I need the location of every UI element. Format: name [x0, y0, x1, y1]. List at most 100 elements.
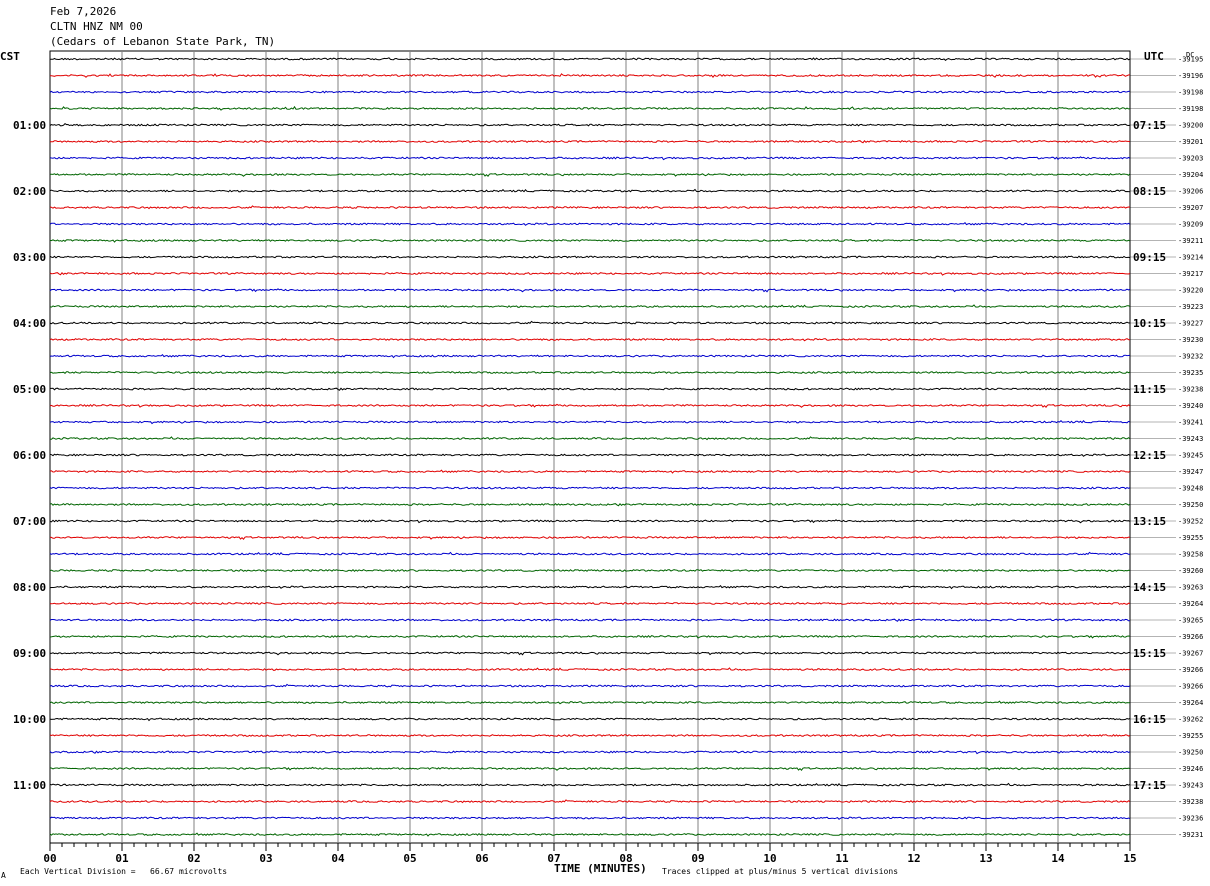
trace-offset-label: -39217 [1178, 270, 1203, 278]
trace-offset-label: -39260 [1178, 567, 1203, 575]
trace-offset-label: -39201 [1178, 138, 1203, 146]
trace-offset-label: -39255 [1178, 732, 1203, 740]
trace-offset-label: -39252 [1178, 518, 1203, 526]
trace-offset-label: -39235 [1178, 369, 1203, 377]
trace-offset-label: -39206 [1178, 188, 1203, 196]
corner-mark: A [1, 871, 6, 880]
trace-offset-label: -39258 [1178, 551, 1203, 559]
trace-line [49, 651, 1130, 656]
trace-line [49, 700, 1131, 705]
trace-line [50, 139, 1131, 144]
clip-note: Traces clipped at plus/minus 5 vertical … [662, 867, 899, 876]
trace-line [49, 750, 1131, 755]
x-tick-label: 06 [475, 852, 489, 865]
trace-line [50, 387, 1131, 391]
trace-line [49, 799, 1131, 804]
right-hour-label: 12:15 [1133, 449, 1166, 462]
x-tick-label: 04 [331, 852, 345, 865]
trace-offset-label: -39207 [1178, 204, 1203, 212]
left-hour-label: 03:00 [13, 251, 46, 264]
right-hour-label: 09:15 [1133, 251, 1166, 264]
trace-offset-label: -39227 [1178, 320, 1203, 328]
trace-offset-label: -39232 [1178, 353, 1203, 361]
trace-offset-label: -39236 [1178, 815, 1203, 823]
trace-offset-label: -39262 [1178, 716, 1203, 724]
trace-line [50, 173, 1131, 177]
right-hour-label: 07:15 [1133, 119, 1166, 132]
trace-offset-label: -39266 [1178, 666, 1203, 674]
trace-line [49, 667, 1131, 671]
trace-line [50, 436, 1131, 441]
trace-line [49, 188, 1131, 193]
x-tick-label: 13 [979, 852, 992, 865]
left-hour-labels: 01:00 02:00 03:00 04:00 05:00 06:00 07:00 08:00… [13, 119, 46, 792]
trace-offset-label: -39223 [1178, 303, 1203, 311]
trace-offset-label: -39209 [1178, 221, 1203, 229]
x-tick-label: 05 [403, 852, 416, 865]
left-hour-label: 07:00 [13, 515, 46, 528]
x-tick-label: 10 [763, 852, 776, 865]
trace-offset-label: -39266 [1178, 683, 1203, 691]
right-hour-label: 08:15 [1133, 185, 1166, 198]
right-hour-label: 16:15 [1133, 713, 1166, 726]
left-hour-label: 01:00 [13, 119, 46, 132]
trace-line [49, 420, 1131, 425]
trace-offset-label: -39264 [1178, 699, 1203, 707]
x-axis-title: TIME (MINUTES) [554, 862, 647, 875]
trace-offset-label: -39196 [1178, 72, 1203, 80]
trace-offset-label: -39243 [1178, 782, 1203, 790]
trace-offset-label: -39243 [1178, 435, 1203, 443]
trace-line [49, 502, 1131, 507]
trace-line [49, 353, 1131, 359]
trace-offset-label: -39200 [1178, 122, 1203, 130]
plot-frame [49, 50, 1131, 844]
trace-offset-label: -39263 [1178, 584, 1203, 592]
trace-line [49, 320, 1131, 325]
x-tick-label: 09 [691, 852, 704, 865]
trace-line [49, 782, 1131, 787]
trace-line [49, 221, 1131, 226]
trace-line [49, 271, 1131, 276]
trace-line [49, 602, 1131, 605]
x-tick-label: 01 [115, 852, 129, 865]
trace-line [49, 832, 1131, 837]
trace-line [49, 569, 1131, 572]
trace-offset-label: -39246 [1178, 765, 1203, 773]
helicorder-plot: 01:00 02:00 03:00 04:00 05:00 06:00 07:00 08:00… [13, 50, 1203, 865]
trace-line [49, 304, 1131, 308]
trace-offset-label: -39198 [1178, 105, 1203, 113]
trace-offset-label: -39238 [1178, 798, 1203, 806]
trace-line [49, 766, 1131, 771]
trace-offset-label: -39267 [1178, 650, 1203, 658]
trace-line [49, 370, 1131, 375]
trace-offset-label: -39231 [1178, 831, 1203, 839]
trace-offset-label: -39250 [1178, 749, 1203, 757]
trace-offset-label: -39220 [1178, 287, 1203, 295]
trace-offset-label: -39250 [1178, 501, 1203, 509]
scale-note: Each Vertical Division = 66.67 microvolt… [20, 867, 228, 876]
trace-offset-label: -39248 [1178, 485, 1203, 493]
left-hour-label: 05:00 [13, 383, 46, 396]
x-tick-label: 11 [835, 852, 849, 865]
right-hour-label: 11:15 [1133, 383, 1166, 396]
trace-line [49, 634, 1131, 639]
trace-offset-label: -39266 [1178, 633, 1203, 641]
trace-line [49, 205, 1131, 210]
trace-offset-label: -39241 [1178, 419, 1203, 427]
trace-offset-label: -39211 [1178, 237, 1203, 245]
right-hour-label: 13:15 [1133, 515, 1166, 528]
left-hour-label: 09:00 [13, 647, 46, 660]
right-hour-label: 10:15 [1133, 317, 1166, 330]
trace-line [49, 288, 1131, 293]
left-hour-label: 06:00 [13, 449, 46, 462]
trace-line [49, 486, 1131, 490]
seismic-traces [49, 57, 1131, 837]
trace-line [49, 519, 1131, 524]
trace-offset-label: -39204 [1178, 171, 1203, 179]
right-hour-label: 15:15 [1133, 647, 1166, 660]
trace-offset-label: -39265 [1178, 617, 1203, 625]
trace-offset-label: -39214 [1178, 254, 1203, 262]
trace-line [50, 57, 1131, 61]
trace-line [49, 338, 1131, 342]
trace-line [49, 105, 1131, 111]
